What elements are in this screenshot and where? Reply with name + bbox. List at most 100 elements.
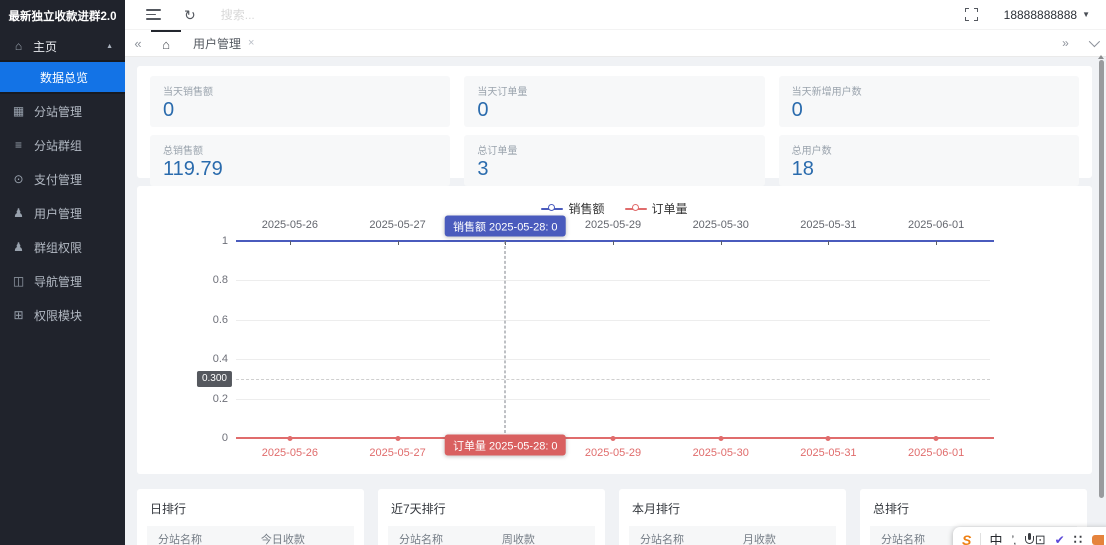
stat-card-total-users: 总用户数 18 [778,135,1079,186]
tab-close-icon[interactable]: × [248,37,254,49]
y-axis-tick-label: 0.4 [212,353,228,366]
stat-value: 119.79 [163,158,223,180]
ranking-title: 本月排行 [632,502,681,516]
orders-tooltip-badge: 订单量 2025-05-28: 0 [445,434,566,456]
ranking-title: 日排行 [150,502,187,516]
toolbox-grid-icon[interactable]: ∷ [1074,532,1083,545]
sidebar-item-data-overview[interactable]: 数据总览 [0,62,125,92]
stat-card-total-sales: 总销售额 119.79 [150,135,451,186]
orders-data-point [825,435,831,441]
sidebar-item-label: 群组权限 [34,240,83,255]
top-axis-date-label: 2025-05-31 [800,219,857,231]
top-axis-date-label: 2025-06-01 [908,219,965,231]
column-header: 今日收款 [260,534,305,545]
top-axis-tick [720,241,722,245]
list-icon: ≡ [14,138,22,152]
stat-label: 总订单量 [477,146,518,157]
orders-data-point [718,435,724,441]
ime-more-icon[interactable] [1092,534,1104,545]
stat-label: 总销售额 [163,146,203,157]
sidebar-submenu: 数据总览 [0,60,125,94]
sidebar-item-substation-management[interactable]: ▦ 分站管理 [0,94,125,128]
users-icon: ♟ [13,240,24,254]
scrollbar-up-arrow-icon[interactable] [1098,55,1104,59]
sidebar-item-payment-management[interactable]: ⊙ 支付管理 [0,162,125,196]
ranking-table-header: 分站名称 月收款 [629,526,836,545]
y-gridline [236,398,990,400]
tab-user-management[interactable]: 用户管理 × [181,30,266,56]
column-header: 分站名称 [158,534,202,545]
account-phone: 18888888888 [1003,7,1078,22]
stat-value: 3 [477,158,489,180]
orders-legend-marker-icon [624,204,647,213]
sidebar-home-label: 主页 [33,39,58,54]
sidebar-toggle-icon[interactable] [146,9,161,20]
bottom-axis-date-label: 2025-05-29 [584,447,642,459]
tab-home[interactable]: ⌂ [151,30,181,56]
bottom-axis-date-label: 2025-05-30 [692,447,749,459]
y-axis-tick-label: 0.6 [212,313,228,326]
stat-card-total-orders: 总订单量 3 [464,135,765,186]
bottom-axis-date-label: 2025-06-01 [908,447,965,459]
sidebar-item-permission-modules[interactable]: ⊞ 权限模块 [0,298,125,332]
sidebar-item-user-management[interactable]: ♟ 用户管理 [0,196,125,230]
y-pointer-badge: 0.300 [196,370,232,387]
stat-label: 当天订单量 [477,87,528,98]
sidebar-item-substation-groups[interactable]: ≡ 分站群组 [0,128,125,162]
fullscreen-icon[interactable] [964,8,978,21]
sidebar-item-home[interactable]: ⌂ 主页 ▲ [0,32,125,60]
orders-data-point [395,435,401,441]
ranking-table-header: 分站名称 周收款 [388,526,595,545]
sogou-logo-icon[interactable]: S [962,532,971,545]
chart-legend: 销售额 订单量 [137,200,1092,217]
tabs-scroll-right-icon[interactable]: » [1052,30,1079,56]
nav-icon: ◫ [12,274,25,288]
sidebar-item-group-permissions[interactable]: ♟ 群组权限 [0,230,125,264]
sidebar-item-label: 分站群组 [34,138,83,153]
stat-value: 0 [791,99,803,121]
orders-data-point [933,435,939,441]
soft-keyboard-icon[interactable]: ⊡ [1035,533,1046,545]
top-axis-date-label: 2025-05-30 [692,219,749,231]
tabs-scroll-left-icon[interactable]: « [125,30,151,56]
sidebar-item-navigation-management[interactable]: ◫ 导航管理 [0,264,125,298]
punctuation-icon[interactable]: ’, [1012,533,1017,545]
voice-input-icon[interactable] [1025,533,1037,545]
orders-data-point [610,435,616,441]
top-axis-tick [828,241,830,245]
axis-pointer-line [504,241,506,438]
legend-item-orders[interactable]: 订单量 [624,200,688,217]
pay-circle-icon: ⊙ [13,172,24,186]
account-dropdown[interactable]: 18888888888 ▼ [1004,8,1090,22]
legend-item-sales[interactable]: 销售额 [541,200,605,217]
ranking-table-header: 分站名称 今日收款 [147,526,354,545]
y-axis-tick-label: 0.8 [212,274,228,287]
column-header: 分站名称 [399,534,443,545]
top-axis-date-label: 2025-05-27 [369,219,426,231]
home-tab-icon: ⌂ [162,36,170,52]
tab-bar: « ⌂ 用户管理 × » [125,30,1106,57]
grid-icon: ▦ [12,104,25,118]
y-axis-tick-label: 0.2 [212,392,228,405]
legend-label: 销售额 [568,202,605,216]
skin-icon[interactable]: ✔ [1055,533,1065,545]
sidebar: 最新独立收款进群2.0 ⌂ 主页 ▲ 数据总览 ▦ 分站管理 ≡ 分站群组 ⊙ … [0,0,125,545]
top-header: ↻ 18888888888 ▼ [125,0,1106,30]
column-header: 周收款 [501,534,535,545]
home-icon: ⌂ [14,39,23,53]
stats-panel: 当天销售额 0 当天订单量 0 当天新增用户数 0 总销售额 119.79 总订… [137,66,1092,186]
refresh-icon[interactable]: ↻ [184,8,196,22]
chinese-mode-icon[interactable]: 中 [989,530,1002,545]
stat-label: 当天销售额 [163,87,213,98]
sidebar-item-label: 导航管理 [34,274,83,289]
vertical-scrollbar-thumb[interactable] [1099,60,1104,498]
y-pointer-dashed-line [236,378,990,380]
sidebar-item-label: 用户管理 [34,206,83,221]
tabs-menu-icon[interactable] [1079,30,1106,56]
stat-value: 18 [791,158,814,180]
ranking-panel-monthly: 本月排行 分站名称 月收款 [619,489,846,545]
chart-plot-area: 1 0.8 0.6 0.4 0.2 0 2025-05-26 2025-05-26 2025-0… [196,215,994,459]
search-input[interactable] [220,7,441,22]
stat-card-today-new-users: 当天新增用户数 0 [778,76,1079,127]
sidebar-item-label: 权限模块 [34,308,83,323]
